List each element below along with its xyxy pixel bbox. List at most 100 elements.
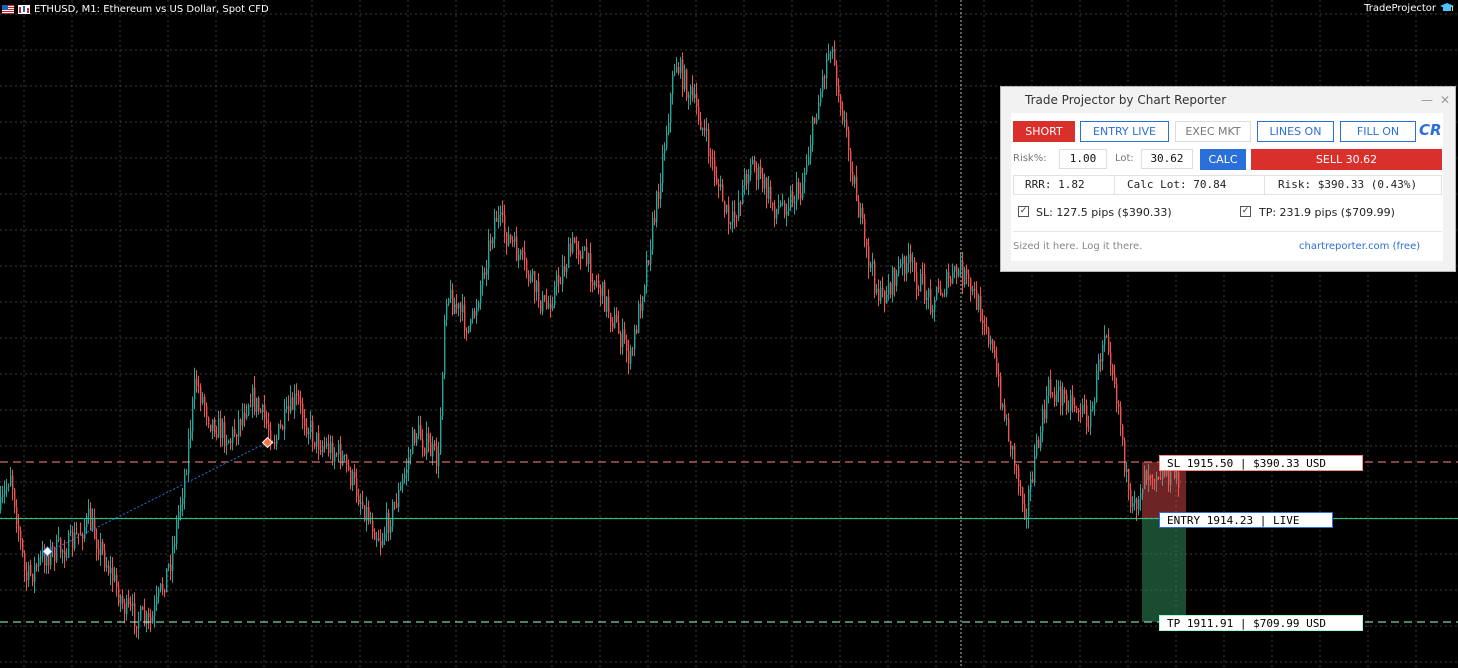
candle-body: [752, 160, 754, 165]
risk-percent-input[interactable]: 1.00: [1059, 149, 1107, 169]
candle-body: [424, 448, 426, 455]
candle-body: [744, 174, 746, 186]
calc-button[interactable]: CALC: [1200, 149, 1246, 170]
candle-body: [586, 247, 588, 265]
candle-body: [1116, 384, 1118, 404]
lot-input[interactable]: 30.62: [1141, 149, 1193, 169]
candle-body: [422, 440, 424, 449]
tp-level-label[interactable]: TP 1911.91 | $709.99 USD: [1159, 615, 1363, 631]
candle-body: [382, 539, 384, 546]
chart-reporter-logo: CR: [1419, 121, 1442, 139]
candle-body: [86, 515, 88, 528]
candle-body: [134, 603, 136, 627]
candle-body: [1010, 441, 1012, 450]
candle-body: [6, 487, 8, 490]
candle-body: [74, 532, 76, 549]
candle-body: [966, 269, 968, 275]
exec-mkt-button[interactable]: EXEC MKT: [1175, 121, 1251, 142]
candle-body: [1064, 389, 1066, 395]
candle-body: [358, 496, 360, 505]
candle-body: [1042, 409, 1044, 433]
candle-body: [460, 303, 462, 313]
candle-body: [48, 555, 50, 566]
candle-body: [456, 303, 458, 309]
sl-level-label[interactable]: SL 1915.50 | $390.33 USD: [1159, 455, 1363, 471]
candle-body: [522, 250, 524, 253]
candle-body: [512, 239, 514, 243]
candle-body: [568, 243, 570, 268]
candle-body: [768, 186, 770, 199]
candle-body: [472, 310, 474, 320]
candle-body: [584, 247, 586, 251]
candle-body: [662, 153, 664, 184]
candle-body: [448, 298, 450, 305]
candle-body: [388, 512, 390, 533]
fill-on-button[interactable]: FILL ON: [1340, 121, 1416, 142]
close-icon[interactable]: ✕: [1440, 93, 1450, 107]
candle-body: [30, 564, 32, 574]
candle-body: [910, 253, 912, 263]
candle-body: [990, 339, 992, 345]
candle-body: [954, 266, 956, 272]
candle-body: [162, 583, 164, 590]
chartreporter-link[interactable]: chartreporter.com (free): [1299, 241, 1420, 252]
candle-body: [414, 430, 416, 443]
candle-body: [322, 445, 324, 453]
sl-checkbox[interactable]: ✓: [1018, 206, 1029, 217]
candle-body: [136, 626, 138, 629]
candle-body: [936, 286, 938, 300]
candle-body: [198, 386, 200, 388]
candle-body: [806, 164, 808, 173]
entry-level-label[interactable]: ENTRY 1914.23 | LIVE: [1159, 512, 1333, 528]
candle-body: [1006, 418, 1008, 420]
trade-projector-panel: Trade Projector by Chart Reporter — ✕ SH…: [1000, 86, 1456, 272]
candle-body: [68, 533, 70, 558]
candle-body: [1012, 445, 1014, 450]
candle-body: [168, 564, 170, 569]
candle-body: [490, 240, 492, 244]
candle-body: [210, 424, 212, 431]
candle-body: [790, 191, 792, 209]
candle-body: [38, 558, 40, 567]
candle-body: [1056, 390, 1058, 402]
entry-live-button[interactable]: ENTRY LIVE: [1080, 121, 1169, 142]
candle-body: [70, 532, 72, 534]
candle-body: [1134, 499, 1136, 504]
candle-body: [854, 176, 856, 184]
candle-body: [240, 419, 242, 426]
candle-body: [274, 442, 276, 445]
candle-body: [124, 603, 126, 615]
candle-body: [742, 185, 744, 205]
candle-body: [918, 289, 920, 291]
short-button[interactable]: SHORT: [1013, 121, 1075, 142]
candle-body: [244, 413, 246, 419]
candle-body: [786, 211, 788, 216]
candle-body: [736, 217, 738, 219]
candle-body: [1122, 424, 1124, 441]
lines-on-button[interactable]: LINES ON: [1257, 121, 1334, 142]
candle-body: [846, 120, 848, 131]
candle-body: [418, 424, 420, 436]
tagline-text: Sized it here. Log it there.: [1013, 241, 1143, 252]
sell-button[interactable]: SELL 30.62: [1251, 149, 1442, 170]
reward-zone: [1142, 518, 1186, 622]
candle-body: [624, 329, 626, 340]
flag-icon: [2, 4, 14, 14]
candle-body: [970, 278, 972, 292]
chart-header: ETHUSD, M1: Ethereum vs US Dollar, Spot …: [0, 0, 269, 18]
candle-body: [678, 66, 680, 74]
candle-body: [132, 603, 134, 607]
candle-body: [1136, 499, 1138, 510]
candle-body: [878, 288, 880, 302]
minimize-icon[interactable]: —: [1421, 93, 1433, 107]
candle-body: [482, 272, 484, 286]
candle-body: [4, 489, 6, 495]
candle-body: [848, 130, 850, 151]
candle-body: [914, 260, 916, 273]
candle-body: [148, 613, 150, 618]
candle-body: [928, 289, 930, 298]
candle-body: [978, 295, 980, 310]
tp-checkbox[interactable]: ✓: [1240, 206, 1251, 217]
candle-body: [580, 255, 582, 259]
candle-body: [982, 320, 984, 324]
